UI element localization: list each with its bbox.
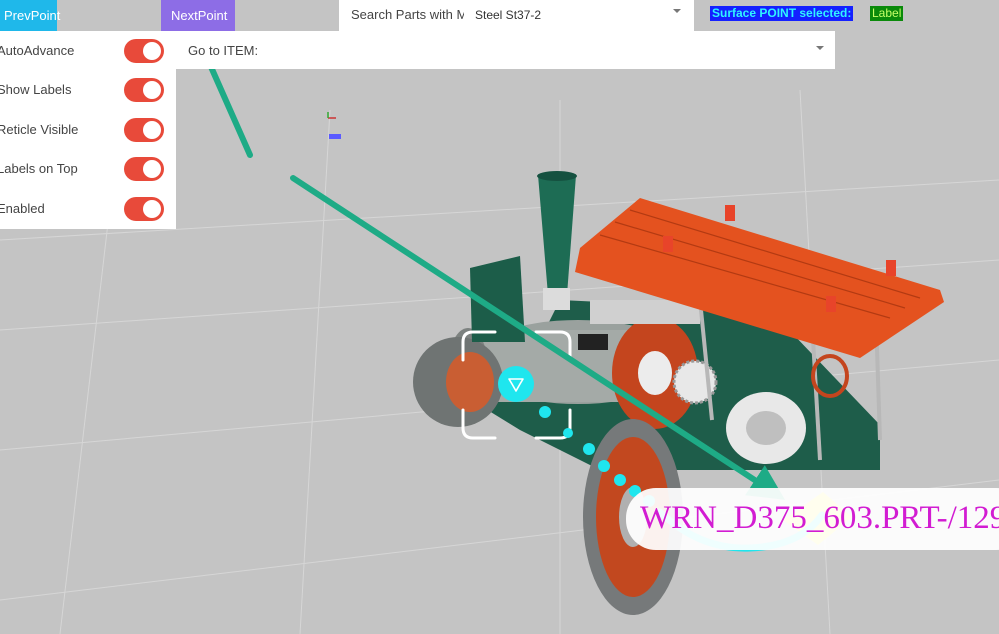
toggle-row-enabled: Enabled	[0, 191, 176, 227]
toggle-panel: AutoAdvance Show Labels Reticle Visible …	[0, 31, 176, 229]
toggle-row-auto-advance: AutoAdvance	[0, 33, 176, 69]
toggle-label: Enabled	[0, 201, 45, 216]
toggle-label: AutoAdvance	[0, 43, 75, 58]
reticle-visible-switch[interactable]	[124, 118, 164, 142]
toggle-row-show-labels: Show Labels	[0, 72, 176, 108]
switch-knob	[143, 81, 161, 99]
toggle-label: Show Labels	[0, 82, 72, 97]
go-to-item-select[interactable]: Go to ITEM:	[176, 31, 835, 69]
surface-marker-icon[interactable]	[498, 366, 534, 402]
part-label-text: WRN_D375_603.PRT-/129	[640, 500, 999, 536]
toggle-row-labels-on-top: Labels on Top	[0, 151, 176, 187]
search-label: Search Parts with Material	[351, 7, 464, 22]
prev-point-button[interactable]: PrevPoint	[0, 0, 60, 31]
toggle-label: Labels on Top	[0, 161, 78, 176]
chevron-down-icon[interactable]	[673, 9, 681, 13]
goto-label: Go to ITEM:	[188, 43, 259, 58]
switch-knob	[143, 121, 161, 139]
toggle-label: Reticle Visible	[0, 122, 79, 137]
next-point-button[interactable]: NextPoint	[161, 0, 235, 31]
switch-knob	[143, 200, 161, 218]
chevron-down-icon[interactable]	[816, 46, 824, 50]
switch-knob	[143, 160, 161, 178]
labels-on-top-switch[interactable]	[124, 157, 164, 181]
toggle-row-reticle-visible: Reticle Visible	[0, 112, 176, 148]
enabled-switch[interactable]	[124, 197, 164, 221]
surface-point-status: Surface POINT selected:	[710, 6, 854, 21]
show-labels-switch[interactable]	[124, 78, 164, 102]
switch-knob	[143, 42, 161, 60]
search-selected-value: Steel St37-2	[475, 8, 542, 22]
label-badge: Label	[870, 6, 904, 21]
material-search-select[interactable]: Search Parts with Material Steel St37-2	[339, 0, 694, 31]
part-label-bubble[interactable]: WRN_D375_603.PRT-/129	[626, 488, 999, 550]
auto-advance-switch[interactable]	[124, 39, 164, 63]
